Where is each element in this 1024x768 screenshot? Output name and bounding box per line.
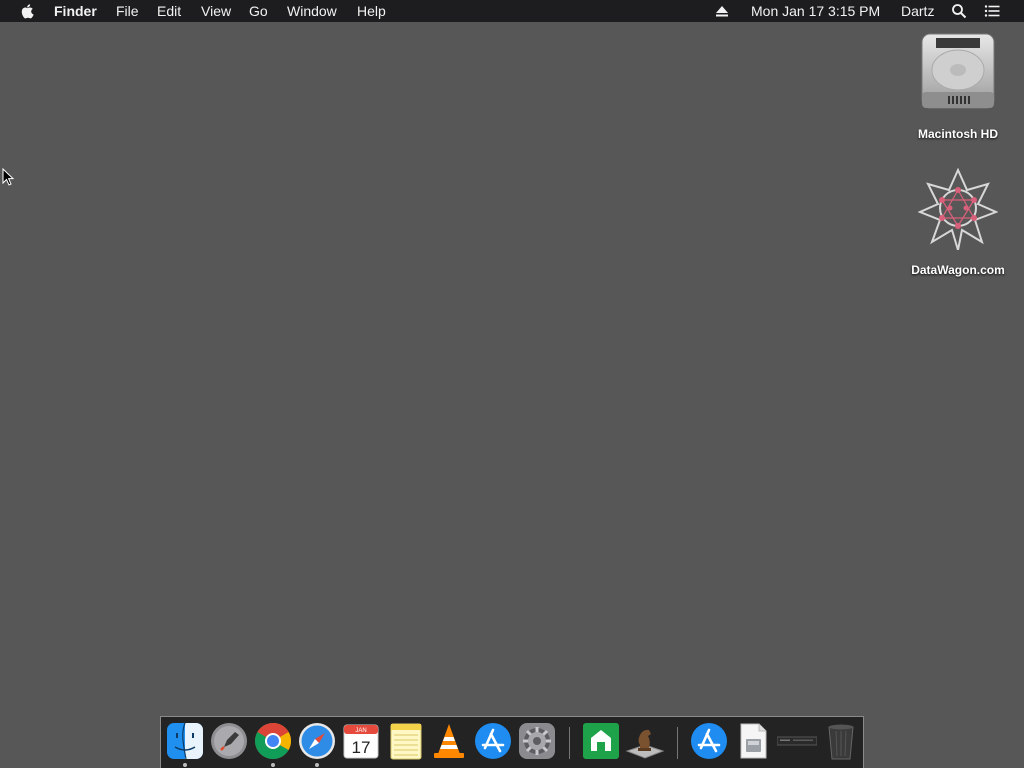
- dock-item-vlc[interactable]: [429, 721, 469, 761]
- apple-icon[interactable]: [20, 3, 36, 19]
- dock-item-system-preferences[interactable]: [517, 721, 557, 761]
- dock-item-green-app[interactable]: [581, 721, 621, 761]
- dock-item-finder[interactable]: [165, 721, 205, 761]
- notification-center-icon[interactable]: [984, 3, 1000, 19]
- dock-item-calendar[interactable]: JAN 17: [341, 721, 381, 761]
- spotlight-search-icon[interactable]: [951, 3, 967, 19]
- dock-item-minimized-window[interactable]: [777, 721, 817, 761]
- desktop-icon-datawagon[interactable]: DataWagon.com: [898, 166, 1018, 277]
- dock-item-launchpad[interactable]: [209, 721, 249, 761]
- menu-view[interactable]: View: [201, 3, 231, 19]
- menu-go[interactable]: Go: [249, 3, 268, 19]
- dock-item-chrome[interactable]: [253, 721, 293, 761]
- running-indicator: [271, 763, 275, 767]
- desktop-icon-macintosh-hd[interactable]: Macintosh HD: [898, 30, 1018, 141]
- desktop-icon-label: DataWagon.com: [911, 263, 1005, 277]
- clock-datetime[interactable]: Mon Jan 17 3:15 PM: [751, 3, 880, 19]
- dock-divider: [569, 727, 570, 759]
- calendar-day-label: 17: [352, 738, 371, 757]
- chess-icon: [625, 729, 665, 759]
- mouse-pointer-icon: [2, 168, 14, 186]
- menu-help[interactable]: Help: [357, 3, 386, 19]
- trash-icon: [828, 724, 854, 760]
- dock-item-chess[interactable]: [625, 721, 665, 761]
- menu-file[interactable]: File: [116, 3, 139, 19]
- running-indicator: [315, 763, 319, 767]
- app-store-download-icon: [691, 723, 727, 759]
- user-name-menu[interactable]: Dartz: [901, 3, 934, 19]
- chrome-icon: [254, 722, 292, 760]
- launchpad-icon: [211, 723, 247, 759]
- minimized-window-icon: [777, 736, 817, 746]
- dock: JAN 17: [160, 716, 864, 768]
- finder-icon: [167, 722, 203, 760]
- hard-drive-icon: [921, 33, 995, 109]
- dock-item-document[interactable]: [733, 721, 773, 761]
- calendar-icon: JAN 17: [343, 724, 379, 759]
- system-preferences-icon: [519, 723, 555, 759]
- eject-icon[interactable]: [714, 3, 730, 19]
- menu-edit[interactable]: Edit: [157, 3, 181, 19]
- dock-item-app-store[interactable]: [473, 721, 513, 761]
- calendar-month-label: JAN: [355, 728, 366, 734]
- dock-divider: [677, 727, 678, 759]
- menu-bar: Finder File Edit View Go Window Help Mon…: [0, 0, 1024, 22]
- dock-item-app-store-download[interactable]: [689, 721, 729, 761]
- datawagon-icon: [917, 167, 999, 251]
- app-menu-finder[interactable]: Finder: [54, 3, 97, 19]
- vlc-icon: [434, 724, 464, 758]
- desktop-icon-label: Macintosh HD: [917, 127, 998, 141]
- green-app-icon: [583, 723, 619, 759]
- document-icon: [740, 723, 767, 759]
- dock-item-safari[interactable]: [297, 721, 337, 761]
- dock-item-trash[interactable]: [821, 721, 861, 761]
- app-store-icon: [475, 723, 511, 759]
- dock-item-notes[interactable]: [385, 721, 425, 761]
- notes-icon: [390, 723, 422, 760]
- safari-icon: [299, 723, 335, 759]
- menu-window[interactable]: Window: [287, 3, 337, 19]
- running-indicator: [183, 763, 187, 767]
